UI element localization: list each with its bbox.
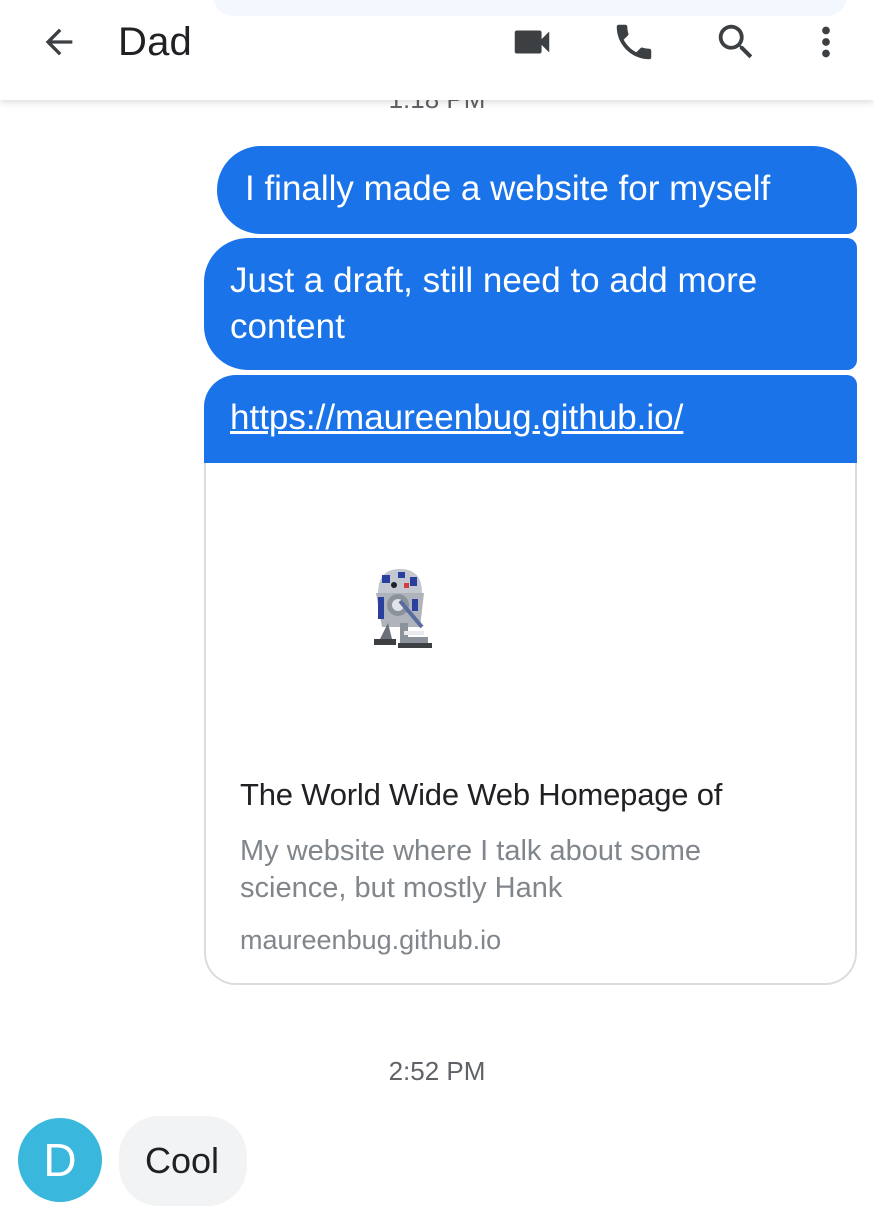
more-vert-icon	[822, 26, 830, 58]
message-timestamp: 2:52 PM	[388, 1056, 486, 1086]
banner-peek	[212, 0, 848, 16]
outgoing-message[interactable]: Just a draft, still need to add more con…	[204, 238, 857, 370]
link-preview-domain: maureenbug.github.io	[240, 925, 502, 955]
back-button[interactable]	[34, 20, 84, 64]
app-bar: Dad	[0, 0, 874, 100]
link-preview-description: My website where I talk about some scien…	[240, 835, 701, 904]
videocam-icon	[514, 30, 550, 54]
outgoing-link-message[interactable]: https://maureenbug.github.io/	[204, 375, 857, 463]
more-options-button[interactable]	[800, 17, 852, 67]
arrow-back-icon	[45, 28, 73, 56]
outgoing-message[interactable]: I finally made a website for myself	[217, 146, 857, 234]
phone-icon	[616, 24, 652, 60]
search-button[interactable]	[710, 17, 762, 67]
conversation-title: Dad	[118, 20, 192, 64]
contact-avatar[interactable]: D	[18, 1118, 102, 1202]
link-preview-title: The World Wide Web Homepage of	[240, 777, 723, 812]
incoming-message[interactable]: Cool	[119, 1116, 247, 1206]
search-icon	[718, 24, 753, 59]
link-preview-card[interactable]: The World Wide Web Homepage of My websit…	[204, 463, 857, 985]
voice-call-button[interactable]	[608, 17, 660, 67]
r2d2-thumbnail-image	[374, 569, 432, 648]
video-call-button[interactable]	[506, 17, 558, 67]
